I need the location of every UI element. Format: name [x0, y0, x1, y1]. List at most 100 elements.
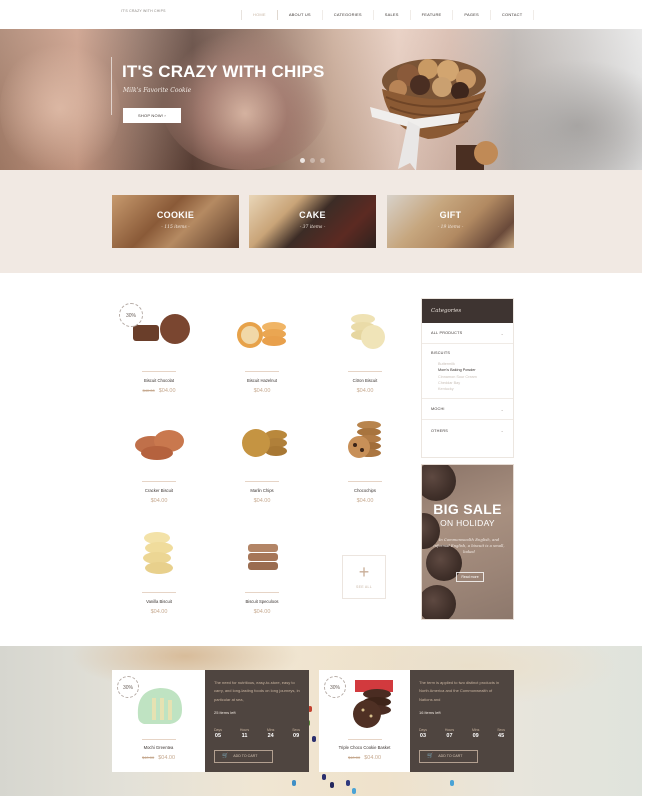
slider-dot-3[interactable] [320, 158, 325, 163]
product-card[interactable]: Vanilla Biscuit $04.00 [111, 524, 207, 615]
nav-contact[interactable]: CONTACT [491, 10, 535, 20]
nav-feature[interactable]: FEATURE [411, 10, 454, 20]
sidebar-item-label: ALL PRODUCTS [431, 331, 463, 335]
category-title: GIFT [439, 210, 462, 220]
product-card[interactable]: Marlin Chips $04.00 [214, 413, 310, 504]
category-count: - 37 items - [299, 225, 326, 230]
product-image[interactable] [317, 303, 413, 363]
product-price: $04.00 [253, 388, 271, 394]
hero-divider [111, 57, 112, 115]
citron-biscuit-image [351, 314, 385, 349]
product-image[interactable]: 30% [111, 303, 207, 363]
product-name[interactable]: Cracker Biscuit [111, 488, 207, 493]
cookie-basket-image [370, 59, 498, 170]
countdown-timer: Days 03 Hours 07 Mins 09 Secs 45 [419, 728, 505, 739]
deal-product-name[interactable]: Mochi Greentea [112, 745, 205, 750]
hero-subtitle: Milk's Favorite Cookie [123, 87, 192, 94]
slider-dot-1[interactable] [300, 158, 305, 163]
hero-background-child [0, 39, 120, 170]
countdown-unit: Secs [292, 727, 300, 732]
add-to-cart-button[interactable]: 🛒 ADD TO CART [214, 750, 273, 763]
nav-categories[interactable]: CATEGORIES [323, 10, 374, 20]
category-card-cake[interactable]: CAKE - 37 items - [249, 195, 376, 248]
product-price: $04.00 [150, 609, 168, 615]
big-sale-banner[interactable]: BIG SALE ON HOLIDAY In Commonwealth Engl… [421, 464, 514, 620]
deal-product[interactable]: 30% Triple Choco Cookie Basket $40.00 $04… [319, 670, 410, 772]
product-card[interactable]: Cracker Biscuit $04.00 [111, 413, 207, 504]
countdown-secs: Secs 45 [497, 728, 505, 739]
product-name[interactable]: Marlin Chips [214, 488, 310, 493]
chevron-down-icon: ⌄ [500, 428, 504, 434]
main-nav: HOME ABOUT US CATEGORIES SALES FEATURE P… [241, 10, 535, 20]
deal-product-name[interactable]: Triple Choco Cookie Basket [319, 745, 410, 750]
category-title: COOKIE [156, 210, 195, 220]
cookie-decoration [422, 465, 456, 501]
add-to-cart-button[interactable]: 🛒 ADD TO CART [419, 750, 478, 763]
countdown-secs: Secs 09 [292, 728, 300, 739]
nav-sales[interactable]: SALES [374, 10, 411, 20]
product-card[interactable]: Biscuit Speculoos $04.00 [214, 524, 310, 615]
discount-badge: 30% [119, 303, 143, 327]
product-image[interactable] [317, 413, 413, 473]
product-card[interactable]: Citron Biscuit $04.00 [317, 303, 413, 394]
read-more-button[interactable]: Read more [456, 572, 484, 582]
product-card[interactable]: Chocochips $04.00 [317, 413, 413, 504]
see-all-label: SEE ALL [355, 585, 373, 589]
items-left: 16 items left [419, 709, 441, 715]
countdown-value: 05 [214, 732, 222, 739]
sidebar-item-mochi[interactable]: MOCHI ⌄ [422, 399, 513, 421]
deal-price: $40.00 $04.00 [112, 755, 205, 761]
sidebar-item-others[interactable]: OTHERS ⌄ [422, 420, 513, 441]
divider [245, 592, 279, 593]
product-price: $04.00 [356, 498, 374, 504]
sidebar-group-heading[interactable]: BISCUITS [431, 351, 504, 355]
product-name[interactable]: Biscuit Chocolat [111, 378, 207, 383]
countdown-value: 45 [498, 732, 505, 739]
deal-product[interactable]: 30% Mochi Greentea $40.00 $04.00 [112, 670, 205, 772]
shop-now-button[interactable]: SHOP NOW! › [123, 108, 181, 123]
product-card[interactable]: Biscuit Hazelnut $04.00 [214, 303, 310, 394]
chevron-down-icon: ⌄ [500, 406, 504, 412]
product-card[interactable]: 30% Biscuit Chocolat $40.00 $04.00 [111, 303, 207, 394]
cart-icon: 🛒 [222, 753, 229, 759]
deal-info: The term is applied to two distinct prod… [410, 670, 514, 772]
product-price: $04.00 [253, 498, 271, 504]
sidebar-subitem[interactable]: Kentucky [431, 386, 504, 392]
divider [142, 592, 176, 593]
product-name[interactable]: Biscuit Speculoos [214, 599, 310, 604]
deal-description: The term is applied to two distinct prod… [419, 680, 500, 702]
product-image[interactable] [214, 413, 310, 473]
sidebar-item-label: OTHERS [431, 428, 449, 433]
site-logo[interactable]: IT'S CRAZY WITH CHIPS [121, 9, 166, 13]
sale-subtitle: ON HOLIDAY [440, 518, 495, 528]
product-image[interactable] [111, 524, 207, 584]
sidebar-title: Categories [422, 299, 513, 323]
product-name[interactable]: Citron Biscuit [317, 378, 413, 383]
deal-info: The need for nutritious, easy-to-store, … [205, 670, 309, 772]
add-to-cart-label: ADD TO CART [233, 754, 258, 758]
nav-about-us[interactable]: ABOUT US [278, 10, 323, 20]
product-name[interactable]: Chocochips [317, 488, 413, 493]
divider [348, 371, 382, 372]
sidebar-item-all-products[interactable]: ALL PRODUCTS ⌄ [422, 323, 513, 344]
hero-slider: IT'S CRAZY WITH CHIPS Milk's Favorite Co… [0, 29, 642, 170]
product-name[interactable]: Biscuit Hazelnut [214, 378, 310, 383]
see-all-button[interactable]: + SEE ALL [342, 555, 386, 599]
product-name[interactable]: Vanilla Biscuit [111, 599, 207, 604]
product-image[interactable] [214, 303, 310, 363]
nav-pages[interactable]: PAGES [453, 10, 491, 20]
slider-dot-2[interactable] [310, 158, 315, 163]
divider [245, 371, 279, 372]
chevron-down-icon: ⌄ [500, 330, 504, 336]
hero-title: IT'S CRAZY WITH CHIPS [122, 62, 325, 81]
category-card-gift[interactable]: GIFT - 19 items - [387, 195, 514, 248]
countdown-hours: Hours 11 [240, 728, 249, 739]
category-card-cookie[interactable]: COOKIE - 115 items - [112, 195, 239, 248]
category-count: - 19 items - [437, 225, 464, 230]
sprinkle-decoration [312, 736, 316, 742]
product-image[interactable] [111, 413, 207, 473]
nav-home[interactable]: HOME [242, 10, 278, 20]
product-price: $04.00 [253, 609, 271, 615]
countdown-value: 11 [241, 732, 248, 739]
product-image[interactable] [214, 524, 310, 584]
